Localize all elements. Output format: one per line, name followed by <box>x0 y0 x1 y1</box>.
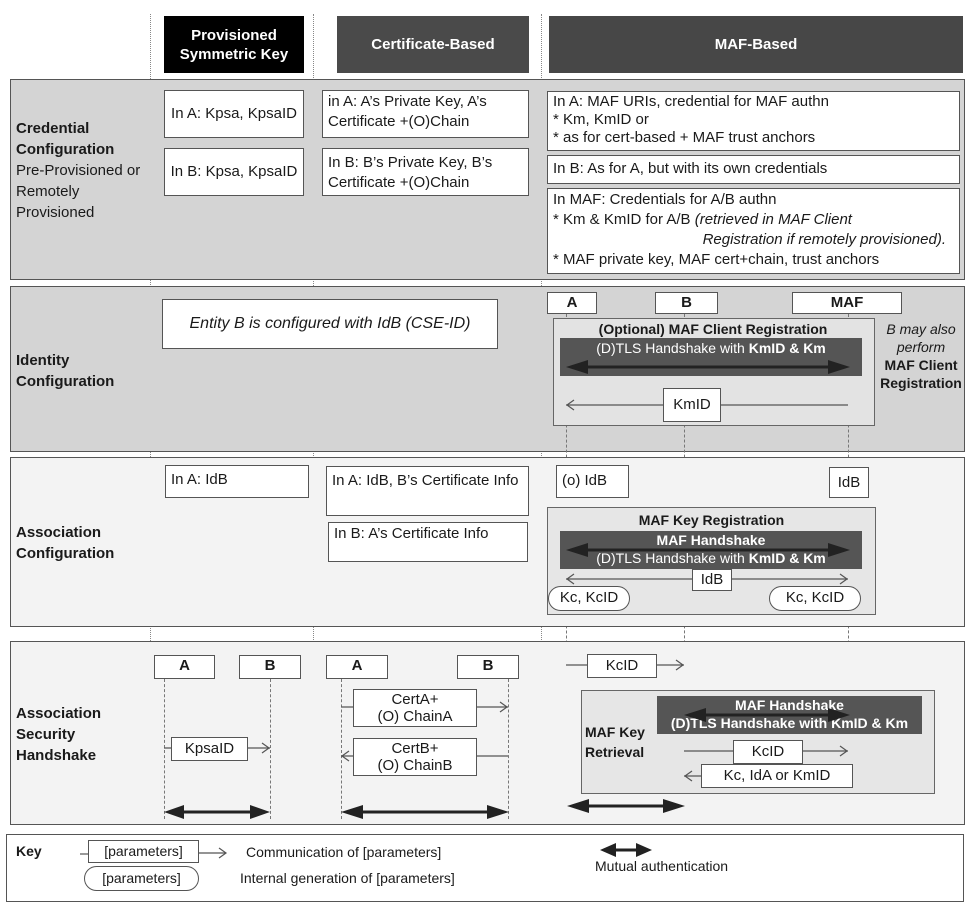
psk-entity-b: B <box>239 655 301 679</box>
row-subtitle: Pre-Provisioned or Remotely Provisioned <box>16 162 141 221</box>
certa-message: CertA+ (O) ChainA <box>353 689 477 727</box>
legend-param-box: [parameters] <box>88 840 199 863</box>
cert-entity-a: A <box>326 655 388 679</box>
legend-communication-text: Communication of [parameters] <box>246 844 442 860</box>
side-note: B may also perform MAF Client Registrati… <box>876 320 966 392</box>
psk-entity-a: A <box>154 655 215 679</box>
text-line: (O) ChainB <box>377 757 453 774</box>
cert-entity-b: B <box>457 655 519 679</box>
entity-b: B <box>655 292 718 314</box>
maf-cred-a: In A: MAF URIs, credential for MAF authn… <box>547 91 960 151</box>
text-span: (D)TLS Handshake with <box>596 340 749 356</box>
row-label-credential: Credential Configuration Pre-Provisioned… <box>16 118 151 223</box>
legend-communication-arrowhead <box>199 847 228 859</box>
kc-reply-message: Kc, IdA or KmID <box>701 764 853 788</box>
kc-kcid-right: Kc, KcID <box>769 586 861 611</box>
legend-title: Key <box>16 843 42 859</box>
kcid-inner-message: KcID <box>733 740 803 764</box>
text-line: Registration if remotely provisioned). <box>702 231 946 248</box>
row-label-handshake: Association Security Handshake <box>16 705 102 764</box>
text-line: MAF Client Registration <box>880 357 962 391</box>
text-line: In MAF: Credentials for A/B authn <box>553 191 777 208</box>
maf-assoc-maf: IdB <box>829 467 869 498</box>
cert-assoc-a: In A: IdB, B’s Certificate Info <box>326 466 529 516</box>
row-label-association: Association Configuration <box>16 524 115 562</box>
psk-cred-a: In A: Kpsa, KpsaID <box>164 90 304 138</box>
key-registration-title: MAF Key Registration <box>638 512 785 528</box>
idb-message: IdB <box>692 569 732 591</box>
psk-cred-b: In B: Kpsa, KpsaID <box>164 148 304 196</box>
key-retrieval-title: MAF Key Retrieval <box>585 724 645 760</box>
text-line: CertB+ <box>391 740 439 757</box>
cert-lifeline-a <box>341 679 342 819</box>
maf-assoc-a: (o) IdB <box>556 465 629 498</box>
text-span: * Km & KmID for A/B <box>553 211 695 228</box>
text-line: B may also perform <box>886 321 956 355</box>
legend-mutual-text: Mutual authentication <box>595 858 729 874</box>
text-line: (O) ChainA <box>377 708 453 725</box>
entity-b-note: Entity B is configured with IdB (CSE-ID) <box>162 299 498 349</box>
cert-mutual-auth-arrow <box>341 805 509 819</box>
text-line: * Km, KmID or <box>553 111 649 128</box>
text-line: * Km & KmID for A/B (retrieved in MAF Cl… <box>553 210 954 230</box>
text-span: (retrieved in MAF Client <box>694 211 852 228</box>
kmid-message: KmID <box>663 388 721 422</box>
kc-kcid-left: Kc, KcID <box>548 586 630 611</box>
row-label-identity: Identity Configuration <box>16 352 115 390</box>
cert-cred-b: In B: B’s Private Key, B’s Certificate +… <box>322 148 529 196</box>
client-registration-title: (Optional) MAF Client Registration <box>598 321 828 337</box>
text-span: KmID & Km <box>748 340 826 356</box>
legend-mutual-auth-arrow <box>600 843 652 857</box>
text-line: CertA+ <box>391 691 439 708</box>
text-line: * as for cert-based + MAF trust anchors <box>553 129 816 146</box>
psk-assoc-a: In A: IdB <box>165 465 309 498</box>
cert-assoc-b: In B: A’s Certificate Info <box>328 522 528 562</box>
kpsaid-message: KpsaID <box>171 737 248 761</box>
psk-mutual-auth-arrow <box>164 805 270 819</box>
row-title: Credential Configuration <box>16 120 115 158</box>
certb-message: CertB+ (O) ChainB <box>353 738 477 776</box>
column-header-psk: Provisioned Symmetric Key <box>164 16 304 73</box>
column-header-cert: Certificate-Based <box>337 16 529 73</box>
entity-maf: MAF <box>792 292 902 314</box>
mutual-auth-arrow <box>566 543 850 557</box>
entity-a: A <box>547 292 597 314</box>
cert-cred-a: in A: A’s Private Key, A’s Certificate +… <box>322 90 529 138</box>
maf-cred-maf: In MAF: Credentials for A/B authn * Km &… <box>547 188 960 274</box>
maf-cred-b: In B: As for A, but with its own credent… <box>547 155 960 184</box>
text-line: In A: MAF URIs, credential for MAF authn <box>553 93 829 110</box>
legend-internal-text: Internal generation of [parameters] <box>240 870 455 886</box>
mutual-auth-arrow <box>566 360 850 374</box>
text-line: * MAF private key, MAF cert+chain, trust… <box>553 251 880 268</box>
mutual-auth-arrow <box>684 708 850 722</box>
cert-lifeline-b <box>508 679 509 819</box>
kcid-top-message: KcID <box>587 654 657 678</box>
column-header-maf: MAF-Based <box>549 16 963 73</box>
legend-param-pill: [parameters] <box>84 866 199 891</box>
maf-mutual-auth-arrow <box>567 799 685 813</box>
